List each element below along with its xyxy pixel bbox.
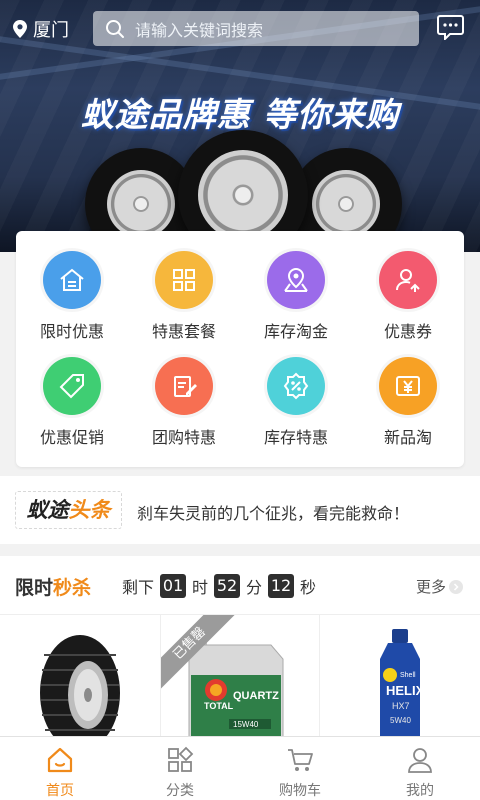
home-icon — [43, 251, 101, 309]
chevron-right-icon — [449, 579, 464, 594]
oil-grade-text: 15W40 — [233, 720, 259, 729]
countdown-hours-unit: 时 — [192, 578, 209, 597]
search-icon — [106, 19, 124, 38]
category-promotion[interactable]: 优惠促销 — [16, 337, 128, 447]
countdown-seconds-unit: 秒 — [300, 578, 317, 597]
category-coupon[interactable]: 优惠券 — [352, 231, 464, 341]
nav-home[interactable]: 首页 — [0, 737, 120, 800]
category-label: 团购特惠 — [151, 428, 216, 447]
oil-brand-text: TOTAL — [204, 701, 234, 711]
product-card[interactable] — [0, 615, 160, 743]
nav-label: 我的 — [406, 783, 434, 799]
tire-product-image — [40, 635, 120, 743]
category-new-arrival[interactable]: 新品淘 — [352, 337, 464, 447]
nav-label: 分类 — [166, 783, 194, 799]
map-pin-icon — [267, 251, 325, 309]
cart-icon — [288, 749, 313, 771]
category-package-deal[interactable]: 特惠套餐 — [128, 231, 240, 341]
search-placeholder: 请输入关键词搜索 — [135, 20, 264, 40]
countdown-minutes: 52 — [214, 574, 241, 598]
profile-icon — [408, 748, 432, 773]
category-grid: 限时优惠 特惠套餐 库存淘金 优惠券 优惠促销 团购特惠 库存特惠 新品淘 — [16, 231, 464, 467]
message-icon[interactable] — [437, 15, 464, 40]
flash-sale-title-part2: 秒杀 — [53, 577, 92, 599]
category-stock-gold[interactable]: 库存淘金 — [240, 231, 352, 341]
nav-category[interactable]: 分类 — [120, 737, 240, 800]
product-card[interactable]: 已售罄 TOTAL QUARTZ 15W40 — [160, 615, 320, 743]
home-icon — [47, 747, 73, 773]
location-selector[interactable]: 厦门 — [13, 16, 69, 42]
more-link[interactable]: 更多 — [416, 576, 464, 597]
nav-label: 首页 — [46, 783, 74, 799]
grid-icon — [155, 251, 213, 309]
countdown-seconds: 12 — [268, 574, 295, 598]
category-label: 优惠促销 — [39, 428, 104, 447]
nav-profile[interactable]: 我的 — [360, 737, 480, 800]
headline-text[interactable]: 刹车失灵前的几个征兆，看完能救命！ — [137, 500, 409, 524]
location-pin-icon — [13, 20, 27, 38]
countdown-timer: 剩下 01 时 52 分 12 秒 — [122, 574, 316, 598]
search-input[interactable]: 请输入关键词搜索 — [93, 11, 419, 46]
category-limited-offer[interactable]: 限时优惠 — [16, 231, 128, 341]
user-icon — [379, 251, 437, 309]
flash-sale-products: 已售罄 TOTAL QUARTZ 15W40 Shell HELIX HX7 5… — [0, 614, 480, 743]
oil-grade-text: HX7 — [392, 701, 410, 711]
countdown-minutes-unit: 分 — [246, 578, 263, 597]
more-label: 更多 — [416, 578, 447, 596]
yen-ticket-icon — [379, 357, 437, 415]
countdown-hours: 01 — [160, 574, 187, 598]
news-headline-bar: 蚁途头条 刹车失灵前的几个征兆，看完能救命！ — [0, 476, 480, 544]
product-card[interactable]: Shell HELIX HX7 5W40 — [320, 615, 480, 743]
headline-logo-part2: 头条 — [68, 498, 111, 522]
edit-icon — [155, 357, 213, 415]
top-bar: 厦门 请输入关键词搜索 — [0, 0, 480, 56]
category-group-buy[interactable]: 团购特惠 — [128, 337, 240, 447]
nav-cart[interactable]: 购物车 — [240, 737, 360, 800]
flash-sale-title-part1: 限时 — [15, 577, 54, 599]
oil-brand-text: Shell — [400, 672, 416, 679]
category-label: 库存特惠 — [263, 428, 328, 447]
category-icon — [168, 746, 194, 772]
oil-line-text: HELIX — [386, 683, 425, 698]
oil-line-text: QUARTZ — [233, 690, 279, 702]
oil-bottle-image: Shell HELIX HX7 5W40 — [380, 629, 425, 743]
percent-icon — [267, 357, 325, 415]
nav-label: 购物车 — [279, 783, 321, 799]
category-label: 新品淘 — [383, 428, 432, 447]
headline-logo: 蚁途头条 — [15, 491, 122, 529]
countdown-prefix: 剩下 — [122, 578, 155, 597]
flash-sale-title: 限时秒杀 — [15, 573, 91, 600]
oil-viscosity-text: 5W40 — [390, 716, 411, 725]
city-name: 厦门 — [33, 20, 69, 41]
bottom-nav: 首页 分类 购物车 我的 — [0, 736, 480, 800]
category-stock-special[interactable]: 库存特惠 — [240, 337, 352, 447]
headline-logo-part1: 蚁途 — [26, 498, 69, 522]
banner-slogan: 蚁途品牌惠 等你来购 — [80, 95, 400, 134]
tag-icon — [43, 357, 101, 415]
